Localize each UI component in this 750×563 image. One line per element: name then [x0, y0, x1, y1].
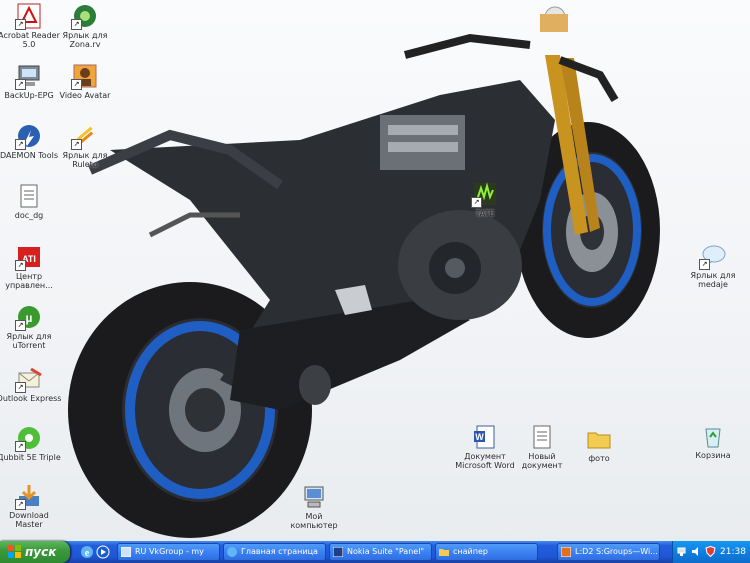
shortcut-arrow-icon: ↗ [699, 259, 710, 270]
pens-shortcut[interactable]: ↗ Ярлык для Ruleto [52, 122, 118, 169]
media-player-icon[interactable] [96, 545, 110, 559]
green-app-icon: ↗ [471, 180, 499, 208]
zona-icon: ↗ [71, 2, 99, 30]
icon-label: Ярлык для uTorrent [6, 332, 52, 350]
task-button[interactable]: RU VkGroup - my [117, 543, 220, 561]
shortcut-arrow-icon: ↗ [15, 499, 26, 510]
shortcut-arrow-icon: ↗ [471, 197, 482, 208]
app-icon [333, 547, 343, 557]
text-file-icon [528, 423, 556, 451]
photo-folder[interactable]: фото [566, 425, 632, 463]
outlook-express-shortcut[interactable]: ↗ Outlook Express [0, 365, 62, 403]
task-label: RU VkGroup - my [135, 547, 204, 556]
task-label: Nokia Suite "Panel" [347, 547, 425, 556]
icon-label: Ярлык для medaje [690, 271, 736, 289]
video-avatar-shortcut[interactable]: ↗ Video Avatar [52, 62, 118, 100]
utorrent-shortcut[interactable]: µ ↗ Ярлык для uTorrent [0, 303, 62, 350]
task-button[interactable]: L:D2 S:Groups—Wi... [557, 543, 660, 561]
dvd-icon: ↗ [15, 424, 43, 452]
icon-label: Outlook Express [0, 394, 62, 403]
shortcut-arrow-icon: ↗ [71, 19, 82, 30]
shield-icon[interactable] [705, 546, 716, 557]
shortcut-arrow-icon: ↗ [71, 139, 82, 150]
icon-label: Корзина [695, 451, 731, 460]
speech-bubble-shortcut[interactable]: ↗ Ярлык для medaje [680, 242, 746, 289]
task-button[interactable]: Nokia Suite "Panel" [329, 543, 432, 561]
shortcut-arrow-icon: ↗ [15, 139, 26, 150]
icon-label: фото [588, 454, 610, 463]
network-icon[interactable] [677, 546, 688, 557]
svg-text:e: e [85, 548, 90, 559]
taskbar: пуск e RU VkGroup - my Главная страница … [0, 541, 750, 563]
start-label: пуск [25, 545, 57, 559]
task-button[interactable]: Главная страница [223, 543, 326, 561]
shortcut-arrow-icon: ↗ [15, 441, 26, 452]
internet-explorer-icon[interactable]: e [80, 545, 94, 559]
icon-label: Ярлык для Zona.rv [62, 31, 108, 49]
icon-label: TATE [475, 209, 495, 218]
icon-label: Центр управлен... [5, 272, 53, 290]
svg-text:W: W [475, 432, 484, 442]
download-master-shortcut[interactable]: ↗ Download Master [0, 482, 62, 529]
shortcut-arrow-icon: ↗ [71, 79, 82, 90]
utorrent-icon: µ ↗ [15, 303, 43, 331]
green-app-shortcut[interactable]: ↗ TATE [452, 180, 518, 218]
pens-icon: ↗ [71, 122, 99, 150]
mail-icon: ↗ [15, 365, 43, 393]
icon-label: Ярлык для Ruleto [62, 151, 108, 169]
folder-icon [439, 549, 449, 556]
shortcut-arrow-icon: ↗ [15, 382, 26, 393]
icon-label: doc_dg [14, 211, 44, 220]
shortcut-arrow-icon: ↗ [15, 19, 26, 30]
svg-text:µ: µ [26, 311, 33, 325]
clock[interactable]: 21:38 [720, 541, 746, 563]
daemon-icon: ↗ [15, 122, 43, 150]
recycle-bin-icon [699, 422, 727, 450]
windows-flag-icon [8, 545, 21, 558]
my-computer-icon [300, 483, 328, 511]
system-tray: 21:38 [672, 541, 750, 563]
folder-icon [585, 425, 613, 453]
window-icon [121, 547, 131, 557]
computer-icon: ↗ [15, 62, 43, 90]
pdf-icon: ↗ [15, 2, 43, 30]
start-button[interactable]: пуск [0, 541, 70, 563]
recycle-bin[interactable]: Корзина [680, 422, 746, 460]
desktop[interactable]: ↗ Acrobat Reader 5.0 ↗ Ярлык для Zona.rv… [0, 0, 750, 541]
task-button[interactable]: снайпер [435, 543, 538, 561]
shortcut-arrow-icon: ↗ [15, 79, 26, 90]
my-computer-shortcut[interactable]: Мой компьютер [281, 483, 347, 530]
doc-dg-file[interactable]: doc_dg [0, 182, 62, 220]
dvd-shortcut[interactable]: ↗ Дubbit 5E Triple [0, 424, 62, 462]
icon-label: Download Master [9, 511, 49, 529]
task-label: L:D2 S:Groups—Wi... [575, 547, 658, 556]
speaker-icon[interactable] [691, 546, 702, 557]
shortcut-arrow-icon: ↗ [15, 320, 26, 331]
zona-shortcut[interactable]: ↗ Ярлык для Zona.rv [52, 2, 118, 49]
icon-label: Дubbit 5E Triple [0, 453, 61, 462]
ati-icon: ATI ↗ [15, 243, 43, 271]
icon-label: Video Avatar [59, 91, 111, 100]
download-icon: ↗ [15, 482, 43, 510]
task-label: снайпер [453, 547, 488, 556]
text-file-icon [15, 182, 43, 210]
avatar-icon: ↗ [71, 62, 99, 90]
ati-control-center-shortcut[interactable]: ATI ↗ Центр управлен... [0, 243, 62, 290]
app-icon [561, 547, 571, 557]
speech-bubble-icon: ↗ [699, 242, 727, 270]
word-icon: W [471, 423, 499, 451]
shortcut-arrow-icon: ↗ [15, 260, 26, 271]
icon-label: Мой компьютер [290, 512, 338, 530]
task-label: Главная страница [241, 547, 318, 556]
ie-icon [227, 547, 237, 557]
